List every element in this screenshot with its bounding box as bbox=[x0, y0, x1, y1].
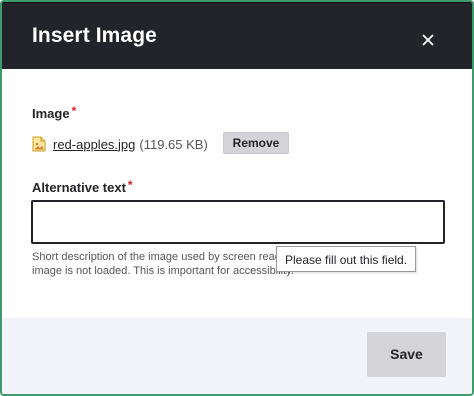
close-icon bbox=[422, 34, 434, 46]
alt-label-text: Alternative text bbox=[32, 180, 126, 195]
validation-tooltip: Please fill out this field. bbox=[276, 246, 417, 272]
image-field-label: Image * bbox=[32, 104, 77, 121]
file-name-link[interactable]: red-apples.jpg bbox=[53, 137, 135, 152]
uploaded-file-row: red-apples.jpg (119.65 KB) bbox=[32, 133, 208, 155]
dialog-header: Insert Image bbox=[2, 2, 472, 69]
image-file-icon bbox=[32, 136, 46, 152]
dialog-title: Insert Image bbox=[32, 24, 157, 47]
required-mark: * bbox=[127, 178, 133, 192]
insert-image-dialog: Insert Image Image * red-apples.jpg (119.… bbox=[0, 0, 474, 396]
required-mark: * bbox=[71, 104, 77, 118]
save-button[interactable]: Save bbox=[367, 332, 446, 377]
alt-text-input[interactable] bbox=[31, 200, 445, 244]
close-button[interactable] bbox=[414, 25, 442, 53]
file-size: (119.65 KB) bbox=[139, 136, 208, 152]
alt-text-field-label: Alternative text * bbox=[32, 178, 133, 195]
image-label-text: Image bbox=[32, 106, 70, 121]
remove-button[interactable]: Remove bbox=[223, 132, 289, 154]
